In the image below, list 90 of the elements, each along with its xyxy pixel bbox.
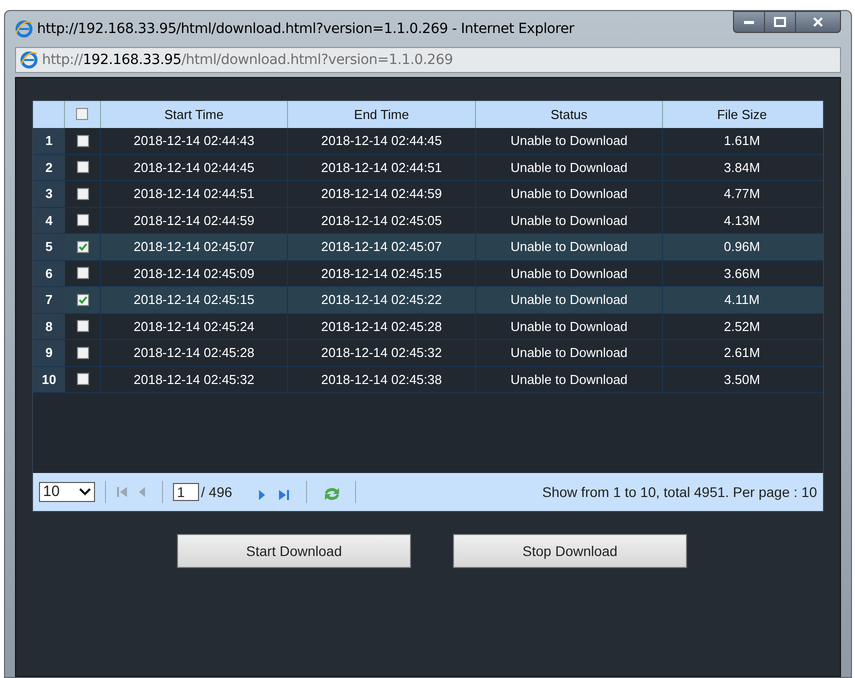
table-cell-text: 4.77M <box>722 185 762 203</box>
window-title: http://192.168.33.95/html/download.html?version=1.1.0.269 - Internet Explorer <box>37 20 574 38</box>
pager-summary: Show from 1 to 10, total 4951. Per page : 10 <box>542 482 817 502</box>
table-row[interactable]: 3 2018-12-14 02:44:51 2018-12-14 02:44:59 Unable to Download 4.77M <box>33 181 823 208</box>
table-cell: 2018-12-14 02:45:22 <box>288 287 476 312</box>
table-row[interactable]: 8 2018-12-14 02:45:24 2018-12-14 02:45:28 Unable to Download 2.52M <box>33 314 823 340</box>
maximize-icon <box>774 17 786 27</box>
table-row[interactable]: 4 2018-12-14 02:44:59 2018-12-14 02:45:05 Unable to Download 4.13M <box>33 208 823 234</box>
table-cell: Unable to Download <box>476 340 663 366</box>
table-row[interactable]: 2 2018-12-14 02:44:45 2018-12-14 02:44:51 Unable to Download 3.84M <box>33 154 823 181</box>
selected-table-row[interactable]: 5 2018-12-14 02:45:07 2018-12-14 02:45:07 Unable to Download 0.96M <box>33 234 823 260</box>
checkbox[interactable] <box>76 134 88 147</box>
table-cell-text: 4.11M <box>723 291 761 309</box>
table-row[interactable]: 1 2018-12-14 02:44:43 2018-12-14 02:44:45 Unable to Download 1.61M <box>33 128 823 154</box>
stop-download-button[interactable]: Stop Download <box>453 534 687 568</box>
table-cell: Unable to Download <box>476 154 663 180</box>
page-input[interactable]: 1 <box>173 483 199 501</box>
selected-table-row[interactable]: 7 2018-12-14 02:45:15 2018-12-14 02:45:22 Unable to Download 4.11M <box>33 287 823 314</box>
table-cell: 2018-12-14 02:44:45 <box>101 154 288 180</box>
table-row[interactable]: 9 2018-12-14 02:45:28 2018-12-14 02:45:32 Unable to Download 2.61M <box>33 340 823 366</box>
table-cell: 2018-12-14 02:45:28 <box>288 314 476 339</box>
table-cell: Unable to Download <box>476 128 663 154</box>
checkbox[interactable] <box>76 267 88 280</box>
table-cell: Unable to Download <box>476 181 663 206</box>
last-page-icon[interactable] <box>278 489 290 501</box>
table-row[interactable]: 6 2018-12-14 02:45:09 2018-12-14 02:45:15 Unable to Download 3.66M <box>33 260 823 287</box>
close-button[interactable] <box>795 11 841 33</box>
table-row[interactable]: 10 2018-12-14 02:45:32 2018-12-14 02:45:38 Unable to Download 3.50M <box>33 366 823 393</box>
checkbox[interactable] <box>76 188 88 200</box>
maximize-button[interactable] <box>765 11 795 33</box>
checkbox[interactable] <box>76 373 88 386</box>
table-cell: Unable to Download <box>476 366 663 392</box>
checkbox[interactable] <box>76 320 88 332</box>
table-cell: 2018-12-14 02:45:05 <box>288 208 476 233</box>
row-number: 10 <box>33 366 65 392</box>
row-number: 1 <box>33 128 65 154</box>
table-cell: 2018-12-14 02:45:24 <box>101 314 288 339</box>
minimize-icon <box>744 20 754 24</box>
next-page-icon[interactable] <box>258 489 266 501</box>
checkbox[interactable] <box>76 108 90 122</box>
checked-checkbox[interactable] <box>76 240 88 253</box>
address-bar[interactable]: http://192.168.33.95/html/download.html?version=1.1.0.269 <box>15 47 841 73</box>
table-cell-text: 0.96M <box>722 238 762 256</box>
per-page-select[interactable]: 10 <box>39 482 95 502</box>
table-cell: 2018-12-14 02:44:45 <box>288 128 476 154</box>
row-number: 2 <box>33 154 65 180</box>
table-cell-text: 3.50M <box>722 370 762 388</box>
table-cell: 2018-12-14 02:45:07 <box>288 234 476 260</box>
close-icon <box>813 17 823 27</box>
table-cell: 2018-12-14 02:45:07 <box>101 234 288 260</box>
table-cell: 2018-12-14 02:45:38 <box>288 366 476 392</box>
table-cell: Unable to Download <box>476 234 663 260</box>
table-cell: Unable to Download <box>476 260 663 286</box>
browser-logo-icon <box>15 20 33 38</box>
table-cell-text: 3.66M <box>722 264 762 282</box>
table-cell-text: 2.52M <box>722 318 762 336</box>
table-cell: 2018-12-14 02:44:51 <box>288 154 476 180</box>
table-cell-text: 4.13M <box>722 212 762 230</box>
chevron-down-icon <box>79 488 91 496</box>
table-cell: Unable to Download <box>476 287 663 312</box>
table-cell: 2018-12-14 02:45:15 <box>288 260 476 286</box>
table-cell: 2018-12-14 02:44:51 <box>101 181 288 206</box>
table-cell: Unable to Download <box>476 314 663 339</box>
total-pages: / 496 <box>201 482 232 502</box>
row-number: 3 <box>33 181 65 206</box>
minimize-button[interactable] <box>733 11 765 33</box>
row-number: 6 <box>33 260 65 286</box>
row-number: 4 <box>33 208 65 233</box>
table-cell: 2018-12-14 02:44:59 <box>101 208 288 233</box>
start-download-button[interactable]: Start Download <box>177 534 411 568</box>
checkbox[interactable] <box>76 346 88 359</box>
column-header: File Size <box>716 106 768 124</box>
table-cell: 2018-12-14 02:44:43 <box>101 128 288 154</box>
table-cell: 2018-12-14 02:45:32 <box>101 366 288 392</box>
table-cell: 2018-12-14 02:45:15 <box>101 287 288 312</box>
table-cell: 2018-12-14 02:45:28 <box>101 340 288 366</box>
checkbox[interactable] <box>76 214 88 226</box>
browser-logo-icon <box>20 51 38 69</box>
table-cell: Unable to Download <box>476 208 663 233</box>
checked-checkbox[interactable] <box>76 294 88 306</box>
table-cell-text: 1.61M <box>722 132 762 150</box>
table-cell: 2018-12-14 02:45:09 <box>101 260 288 286</box>
table-cell: 2018-12-14 02:44:59 <box>288 181 476 206</box>
address-text: http://192.168.33.95/html/download.html?version=1.1.0.269 <box>42 50 453 70</box>
table-cell-text: 2.61M <box>722 344 762 362</box>
table-cell: 2018-12-14 02:45:32 <box>288 340 476 366</box>
table-cell-text: 3.84M <box>722 158 762 176</box>
row-number: 9 <box>33 340 65 366</box>
row-number: 8 <box>33 314 65 339</box>
checkbox[interactable] <box>76 161 88 174</box>
